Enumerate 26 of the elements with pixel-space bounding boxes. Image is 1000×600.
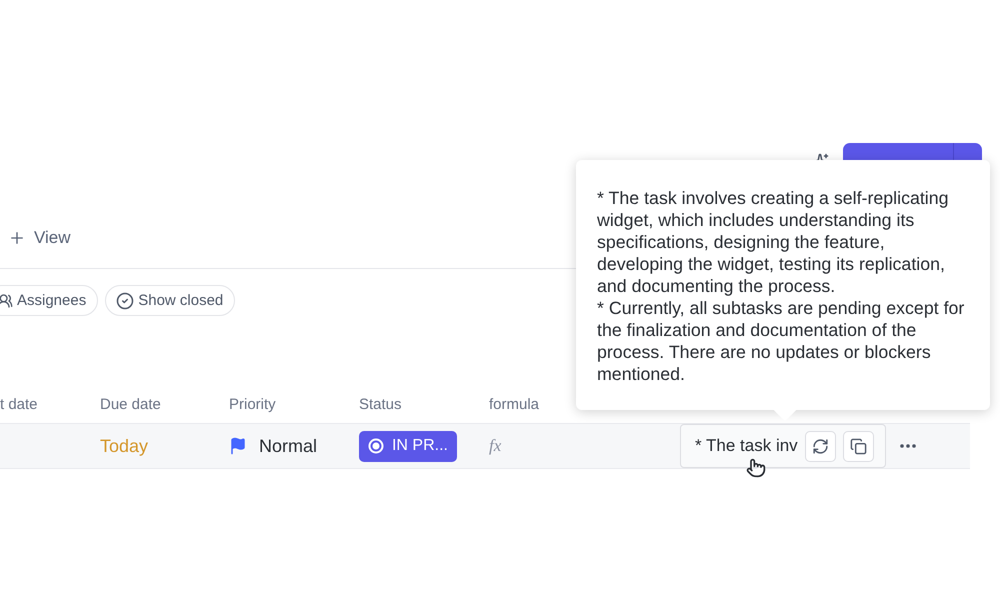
add-view-button[interactable]: View xyxy=(8,228,71,248)
column-header: Due date xyxy=(100,396,161,412)
column-header: Priority xyxy=(229,396,276,412)
copy-button[interactable] xyxy=(843,431,874,462)
priority: Normal xyxy=(259,436,318,456)
summary-text: * The task inv xyxy=(695,436,798,456)
plus-icon xyxy=(8,229,26,247)
more-icon xyxy=(900,444,916,448)
people-icon xyxy=(0,292,13,308)
formula-icon: fx xyxy=(489,436,680,456)
column-header: formula xyxy=(489,396,540,412)
filter-chip[interactable]: Assignees xyxy=(0,285,98,316)
refresh-button[interactable] xyxy=(805,431,836,462)
due-date: Today xyxy=(100,436,150,456)
refresh-icon xyxy=(812,438,829,455)
summary-cell[interactable]: * The task inv xyxy=(680,424,886,468)
status-ring-icon xyxy=(368,438,384,454)
flag-icon xyxy=(229,437,247,455)
column-header: t date xyxy=(0,396,38,412)
copy-icon xyxy=(850,438,867,455)
check-circle-icon xyxy=(116,292,134,310)
column-header: Status xyxy=(359,396,402,412)
tooltip-text: * The task involves creating a self-replicating widget, which includes understanding its specifications, designing the feature, developing the widget, testing its replication, and documenting the process. xyxy=(597,187,950,297)
tooltip-text: * Currently, all subtasks are pending except for the finalization and documentation of the process. There are no updates or blockers mentioned. xyxy=(597,297,966,385)
status-badge[interactable]: IN PR... xyxy=(359,430,457,462)
filter-chip[interactable]: Show closed xyxy=(105,285,236,316)
